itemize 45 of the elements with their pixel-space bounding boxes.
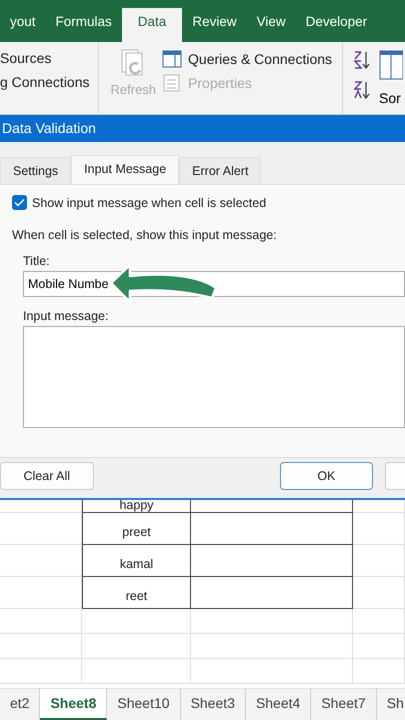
dialog-title: Data Validation xyxy=(0,115,405,142)
list-icon xyxy=(162,74,182,92)
button[interactable]: OK xyxy=(280,462,374,490)
checkbox-label: Show input message when cell is selected xyxy=(32,196,266,210)
cancel-button[interactable] xyxy=(385,462,405,490)
sheet-tab[interactable]: Sheet8 xyxy=(40,689,108,720)
table-cell xyxy=(353,513,405,545)
ribbon-tab[interactable]: View xyxy=(246,8,296,42)
table-cell: reet xyxy=(82,577,191,609)
sheet-tab[interactable]: Sheet7 xyxy=(311,689,377,720)
table-cell: preet xyxy=(82,513,191,545)
ribbon-tab[interactable]: Formulas xyxy=(46,8,122,42)
group-label: When cell is selected, show this input message: xyxy=(12,228,278,242)
dialog-tab[interactable]: Settings xyxy=(0,157,72,184)
ribbon-tab[interactable]: yout xyxy=(0,8,46,42)
field-label: Input message: xyxy=(23,309,110,323)
message-field[interactable] xyxy=(23,326,405,428)
ribbon-item[interactable]: g Connections xyxy=(0,74,90,90)
ribbon-item[interactable]: Queries & Connections xyxy=(162,50,332,68)
table-cell xyxy=(353,545,405,577)
sort-button[interactable]: Sor xyxy=(379,90,404,106)
dialog-tab[interactable]: Input Message xyxy=(71,155,180,184)
ribbon-tab[interactable]: Review xyxy=(182,8,247,42)
table-cell xyxy=(353,659,405,684)
ribbon-tab[interactable]: Data xyxy=(122,8,182,42)
dialog-tab[interactable]: Error Alert xyxy=(179,157,262,184)
table-cell xyxy=(353,500,405,513)
checkbox[interactable] xyxy=(12,195,27,210)
table-cell xyxy=(353,634,405,659)
sort-descending-icon xyxy=(353,80,372,100)
check-icon xyxy=(14,198,25,207)
sheet-tab[interactable]: Sheet4 xyxy=(246,689,312,720)
sort-ascending-icon xyxy=(353,50,372,70)
table-cell: happy xyxy=(82,500,191,513)
sheet-tab[interactable]: Sh xyxy=(376,689,405,720)
ribbon-tab[interactable]: Developer xyxy=(296,8,378,42)
sheet-tab[interactable]: Sheet10 xyxy=(107,689,181,720)
table-cell xyxy=(353,609,405,634)
field-label: Title: xyxy=(23,254,51,268)
table-cell: kamal xyxy=(82,545,191,577)
table-icon xyxy=(162,50,182,68)
sheet-tab[interactable]: Sheet3 xyxy=(180,689,246,720)
table-cell xyxy=(353,577,405,609)
button[interactable]: Clear All xyxy=(0,462,94,490)
ribbon-item[interactable]: Sources xyxy=(0,50,90,66)
